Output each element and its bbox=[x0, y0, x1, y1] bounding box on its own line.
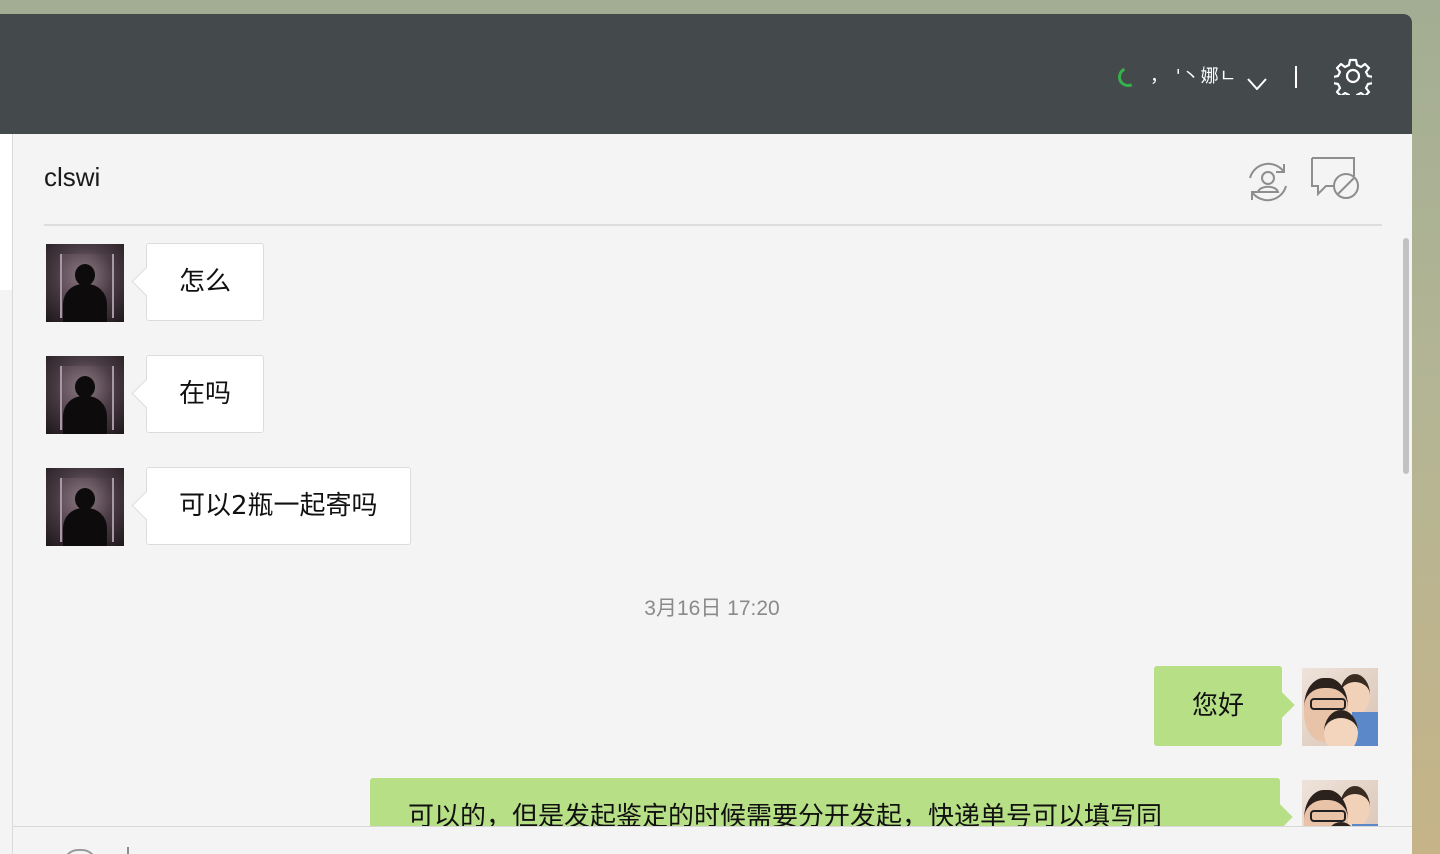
contact-sync-icon[interactable] bbox=[1244, 158, 1292, 206]
header-divider bbox=[44, 224, 1382, 226]
left-panel-border bbox=[12, 134, 13, 854]
left-panel-edge bbox=[0, 134, 12, 290]
topbar-divider bbox=[1295, 66, 1297, 88]
chevron-down-icon[interactable] bbox=[1247, 78, 1267, 90]
message-input-area[interactable] bbox=[13, 826, 1412, 854]
contact-avatar[interactable] bbox=[46, 468, 124, 546]
account-name[interactable]: ， '丶娜ㄴ bbox=[1150, 62, 1237, 88]
emoji-icon[interactable] bbox=[63, 849, 97, 854]
chat-scrollbar[interactable] bbox=[1403, 238, 1409, 474]
message-bubble-incoming[interactable]: 怎么 bbox=[146, 243, 265, 321]
chat-window: ， '丶娜ㄴ clswi 怎么 在吗 可以2瓶一起寄吗 3月16日 17:20 … bbox=[0, 14, 1412, 854]
block-chat-icon[interactable] bbox=[1310, 156, 1362, 200]
gear-icon[interactable] bbox=[1334, 57, 1372, 95]
contact-avatar[interactable] bbox=[46, 356, 124, 434]
my-avatar[interactable] bbox=[1302, 668, 1378, 746]
file-icon[interactable] bbox=[127, 847, 129, 854]
contact-avatar[interactable] bbox=[46, 244, 124, 322]
message-bubble-incoming[interactable]: 在吗 bbox=[146, 355, 265, 433]
top-bar: ， '丶娜ㄴ bbox=[0, 14, 1412, 134]
message-bubble-incoming[interactable]: 可以2瓶一起寄吗 bbox=[146, 467, 411, 545]
message-bubble-outgoing[interactable]: 您好 bbox=[1154, 666, 1283, 746]
chat-title: clswi bbox=[44, 162, 101, 192]
loading-spinner-icon bbox=[1115, 64, 1141, 90]
message-timestamp: 3月16日 17:20 bbox=[644, 597, 780, 620]
